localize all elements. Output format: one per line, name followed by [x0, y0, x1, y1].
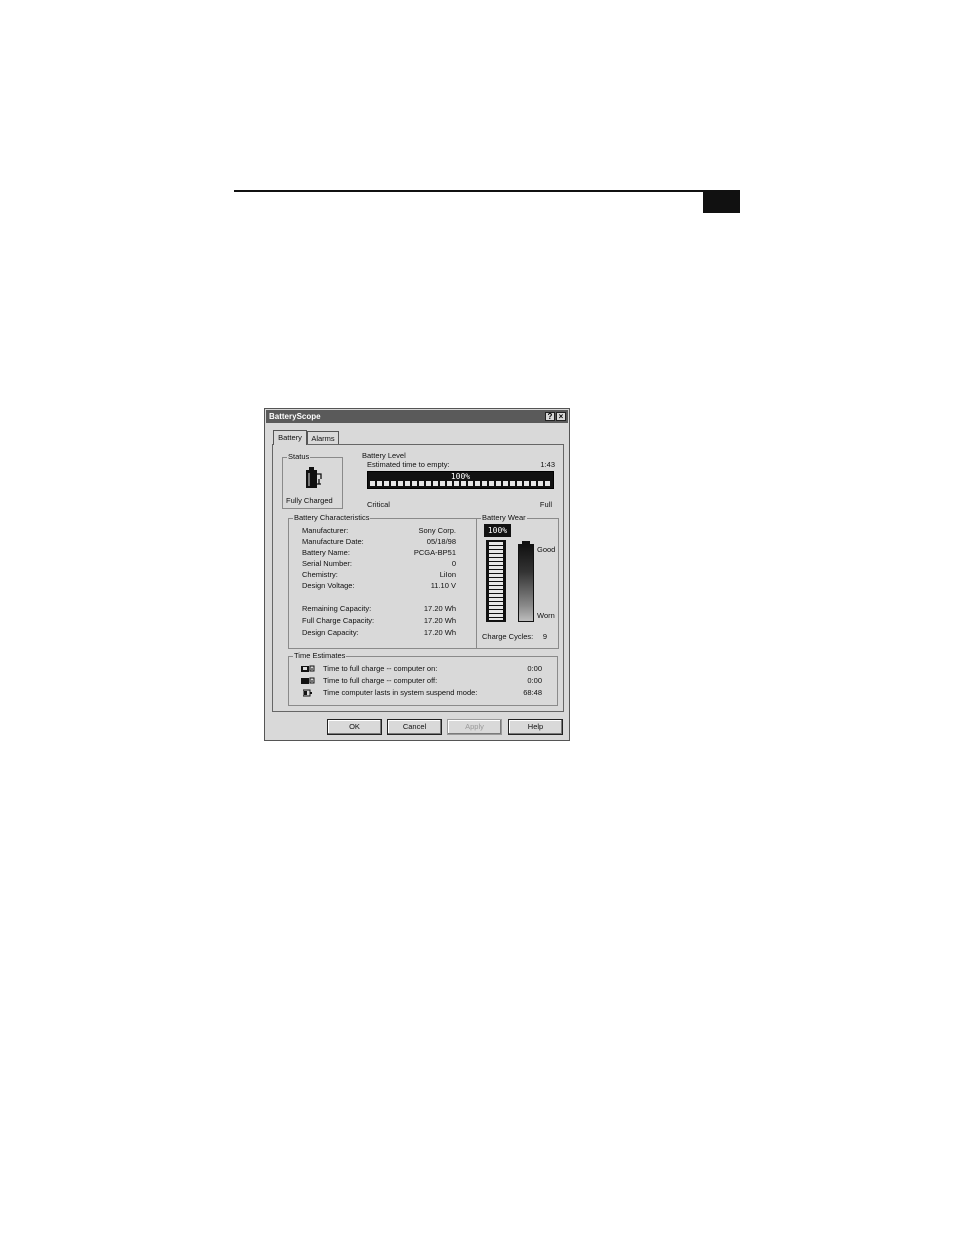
char-label-manufacturer: Manufacturer: [302, 526, 349, 535]
battery-wear-meter [486, 540, 506, 622]
wear-battery-gradient-icon [518, 544, 534, 622]
level-min-label: Critical [367, 500, 390, 509]
battery-wear-percent: 100% [484, 524, 511, 537]
cancel-button[interactable]: Cancel [387, 719, 442, 735]
computer-on-charge-icon [301, 665, 315, 672]
batteryscope-dialog: BatteryScope ? × Battery Alarms Status F… [264, 408, 570, 741]
time-value-computer-on: 0:00 [527, 664, 542, 673]
ok-button[interactable]: OK [327, 719, 382, 735]
window-title: BatteryScope [269, 412, 321, 421]
status-text: Fully Charged [286, 496, 333, 505]
page-number-box [703, 192, 740, 213]
char-value-manufacture-date: 05/18/98 [426, 537, 456, 546]
wear-worn-label: Worn [537, 611, 555, 620]
tab-alarms[interactable]: Alarms [307, 431, 339, 445]
char-label-chemistry: Chemistry: [302, 570, 338, 579]
charge-cycles-label: Charge Cycles: [482, 632, 534, 641]
char-label-serial-number: Serial Number: [302, 559, 353, 568]
time-estimates-group: Time Estimates Time to full charge -- co… [288, 651, 558, 706]
suspend-battery-icon [303, 689, 312, 697]
char-value-manufacturer: Sony Corp. [418, 526, 456, 535]
charge-cycles-value: 9 [542, 632, 547, 641]
char-label-full-charge-capacity: Full Charge Capacity: [302, 616, 375, 625]
status-title: Status [287, 452, 311, 462]
char-value-serial-number: 0 [451, 559, 456, 568]
battery-wear-title: Battery Wear [481, 513, 527, 523]
time-label-suspend: Time computer lasts in system suspend mo… [323, 688, 478, 697]
help-title-button[interactable]: ? [545, 412, 555, 421]
char-value-battery-name: PCGA-BP51 [413, 548, 456, 557]
wear-good-label: Good [537, 545, 556, 554]
char-value-remaining-capacity: 17.20 Wh [423, 604, 456, 613]
battery-plug-icon [306, 467, 322, 488]
time-label-computer-off: Time to full charge -- computer off: [323, 676, 438, 685]
char-label-remaining-capacity: Remaining Capacity: [302, 604, 372, 613]
time-value-suspend: 68:48 [523, 688, 542, 697]
level-max-label: Full [539, 500, 552, 509]
computer-off-charge-icon [301, 677, 315, 684]
time-value-computer-off: 0:00 [527, 676, 542, 685]
char-label-battery-name: Battery Name: [302, 548, 350, 557]
char-value-full-charge-capacity: 17.20 Wh [423, 616, 456, 625]
estimate-value: 1:43 [540, 460, 555, 469]
char-value-design-voltage: 11.10 V [430, 581, 456, 590]
status-group: Status Fully Charged [282, 452, 343, 509]
battery-tab-panel: Status Fully Charged Battery Level Estim… [272, 444, 564, 712]
time-label-computer-on: Time to full charge -- computer on: [323, 664, 438, 673]
estimate-label: Estimated time to empty: [367, 460, 450, 469]
char-value-design-capacity: 17.20 Wh [423, 628, 456, 637]
char-label-manufacture-date: Manufacture Date: [302, 537, 364, 546]
close-button[interactable]: × [556, 412, 566, 421]
char-label-design-voltage: Design Voltage: [302, 581, 355, 590]
time-estimates-title: Time Estimates [293, 651, 347, 661]
char-label-design-capacity: Design Capacity: [302, 628, 359, 637]
apply-button[interactable]: Apply [447, 719, 502, 735]
battery-level-meter [370, 481, 551, 486]
title-bar: BatteryScope ? × [266, 410, 568, 423]
characteristics-title: Battery Characteristics [293, 513, 371, 523]
char-value-chemistry: LiIon [439, 570, 456, 579]
battery-level-percent: 100% [450, 472, 471, 481]
tab-battery[interactable]: Battery [273, 430, 307, 445]
battery-characteristics-group: Battery Characteristics Manufacturer: So… [288, 513, 477, 649]
battery-level-bar: 100% [367, 471, 554, 489]
header-rule [234, 190, 740, 192]
help-button[interactable]: Help [508, 719, 563, 735]
